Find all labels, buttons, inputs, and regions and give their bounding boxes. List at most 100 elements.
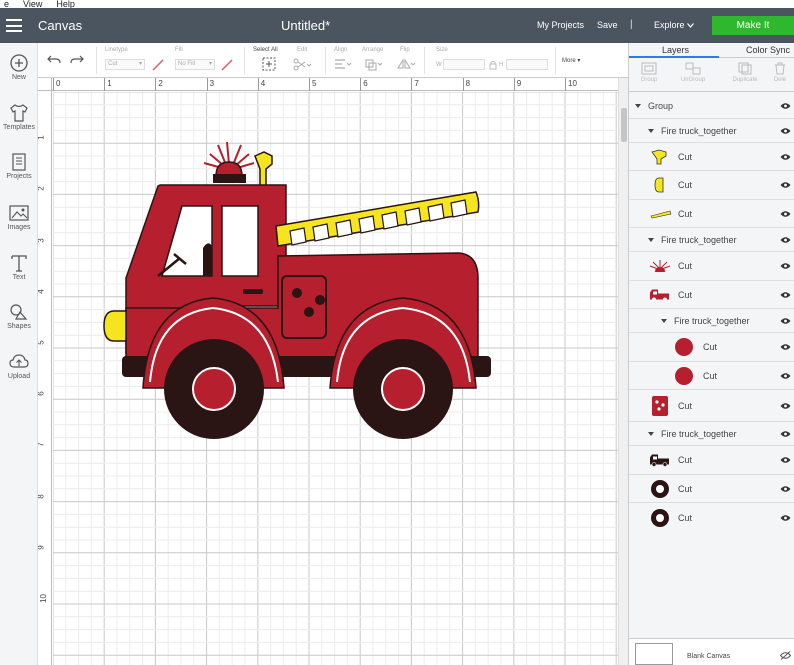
layer-item[interactable]: Cut — [629, 200, 794, 228]
delete-button[interactable]: Dele — [765, 62, 794, 83]
sidebar-item-upload[interactable]: Upload — [0, 352, 38, 380]
tab-layers[interactable]: Layers — [662, 45, 689, 55]
flip-icon[interactable] — [396, 58, 416, 71]
sidebar-item-shapes[interactable]: Shapes — [0, 302, 38, 330]
cloud-upload-icon — [9, 354, 29, 368]
save-button[interactable]: Save — [597, 20, 618, 30]
eye-icon[interactable] — [780, 263, 791, 270]
group-label: Group — [640, 77, 658, 83]
layer-group[interactable]: Group — [629, 93, 794, 119]
layer-item[interactable]: Cut — [629, 143, 794, 171]
sidebar-label-shapes: Shapes — [7, 323, 31, 330]
tab-color-sync[interactable]: Color Sync — [746, 45, 790, 55]
layer-item[interactable]: Cut — [629, 252, 794, 281]
hamburger-menu-icon[interactable] — [6, 19, 22, 32]
canvas-scrollbar[interactable] — [618, 78, 628, 665]
app-title: Canvas — [38, 18, 83, 33]
group-icon — [641, 62, 657, 75]
sidebar-item-new[interactable]: New — [0, 53, 38, 81]
menu-edit[interactable]: e — [4, 0, 9, 8]
document-title[interactable]: Untitled* — [281, 18, 330, 33]
siren-base[interactable] — [213, 174, 246, 183]
layer-item[interactable]: Cut — [629, 333, 794, 362]
scissors-icon[interactable] — [292, 58, 312, 71]
layer-subgroup-nested[interactable]: Fire truck_together — [629, 309, 794, 333]
layer-subgroup[interactable]: Fire truck_together — [629, 119, 794, 143]
design-canvas[interactable]: 012345678910 12345678910 — [38, 78, 618, 665]
eye-icon[interactable] — [780, 127, 791, 134]
redo-icon[interactable] — [70, 54, 84, 65]
sidebar-item-images[interactable]: Images — [0, 203, 38, 231]
sidebar-item-text[interactable]: Text — [0, 253, 38, 281]
arrange-icon[interactable] — [364, 58, 384, 71]
menu-view[interactable]: View — [23, 0, 42, 8]
layer-item[interactable]: Cut — [629, 281, 794, 309]
duplicate-label: Duplicate — [732, 77, 758, 83]
chevron-down-icon[interactable] — [648, 237, 654, 242]
chevron-down-icon[interactable] — [635, 103, 641, 108]
layer-label: Fire truck_together — [674, 315, 750, 326]
layer-item[interactable]: Cut — [629, 171, 794, 200]
siren-light[interactable] — [215, 161, 243, 177]
compartment-panel[interactable] — [281, 275, 327, 339]
eye-icon[interactable] — [780, 485, 791, 492]
eye-icon[interactable] — [780, 402, 791, 409]
my-projects-link[interactable]: My Projects — [537, 20, 584, 30]
chevron-down-icon[interactable] — [648, 128, 654, 133]
eye-icon[interactable] — [780, 102, 791, 109]
menu-help[interactable]: Help — [56, 0, 75, 8]
layer-item[interactable]: Cut — [629, 503, 794, 532]
make-it-button[interactable]: Make It — [712, 16, 794, 35]
headlight[interactable] — [103, 310, 127, 342]
layer-item[interactable]: Cut — [629, 446, 794, 475]
blank-canvas-swatch[interactable] — [635, 643, 673, 665]
top-separator: | — [630, 19, 633, 30]
layer-subgroup[interactable]: Fire truck_together — [629, 422, 794, 446]
linetype-select[interactable]: Cut ▾ — [105, 59, 145, 70]
eye-icon[interactable] — [780, 153, 791, 160]
eye-icon[interactable] — [780, 236, 791, 243]
chevron-down-icon[interactable] — [648, 431, 654, 436]
duplicate-button[interactable]: Duplicate — [727, 62, 763, 83]
lock-icon[interactable] — [489, 60, 497, 70]
sidebar-item-templates[interactable]: Templates — [0, 103, 38, 131]
eye-icon[interactable] — [780, 430, 791, 437]
height-input[interactable] — [506, 59, 548, 70]
explore-dropdown[interactable]: Explore — [654, 20, 694, 30]
layer-item[interactable]: Cut — [629, 475, 794, 503]
eye-icon[interactable] — [780, 317, 791, 324]
layer-item[interactable]: Cut — [629, 362, 794, 390]
compartment-dot — [304, 307, 314, 317]
select-all-icon[interactable] — [262, 57, 276, 71]
fill-color-swatch[interactable] — [220, 58, 234, 72]
group-button[interactable]: Group — [631, 62, 667, 83]
eye-icon[interactable] — [780, 182, 791, 189]
sidebar-item-projects[interactable]: Projects — [0, 152, 38, 180]
undo-icon[interactable] — [47, 54, 61, 65]
layer-item[interactable]: Cut — [629, 390, 794, 422]
front-hub[interactable] — [192, 367, 236, 411]
ungroup-button[interactable]: UnGroup — [675, 62, 711, 83]
fire-truck-artwork[interactable] — [38, 78, 618, 665]
eye-icon[interactable] — [780, 344, 791, 351]
layer-subgroup[interactable]: Fire truck_together — [629, 228, 794, 252]
width-input[interactable] — [443, 59, 485, 70]
eye-icon[interactable] — [780, 372, 791, 379]
eye-icon[interactable] — [780, 291, 791, 298]
rear-hub[interactable] — [381, 367, 425, 411]
layer-label: Cut — [678, 455, 693, 465]
more-button[interactable]: More ▾ — [562, 57, 580, 64]
fill-select[interactable]: No Fill ▾ — [175, 59, 215, 70]
scrollbar-thumb[interactable] — [621, 108, 627, 142]
eye-icon[interactable] — [780, 210, 791, 217]
chevron-down-icon: ▾ — [138, 61, 142, 67]
chevron-down-icon[interactable] — [661, 318, 667, 323]
eye-hidden-icon[interactable] — [780, 651, 791, 660]
ladder[interactable] — [275, 191, 480, 247]
width-label: W — [436, 62, 442, 68]
eye-icon[interactable] — [780, 457, 791, 464]
align-icon[interactable] — [333, 58, 353, 71]
linetype-color-swatch[interactable] — [151, 58, 165, 72]
horn[interactable] — [254, 151, 273, 187]
eye-icon[interactable] — [780, 514, 791, 521]
